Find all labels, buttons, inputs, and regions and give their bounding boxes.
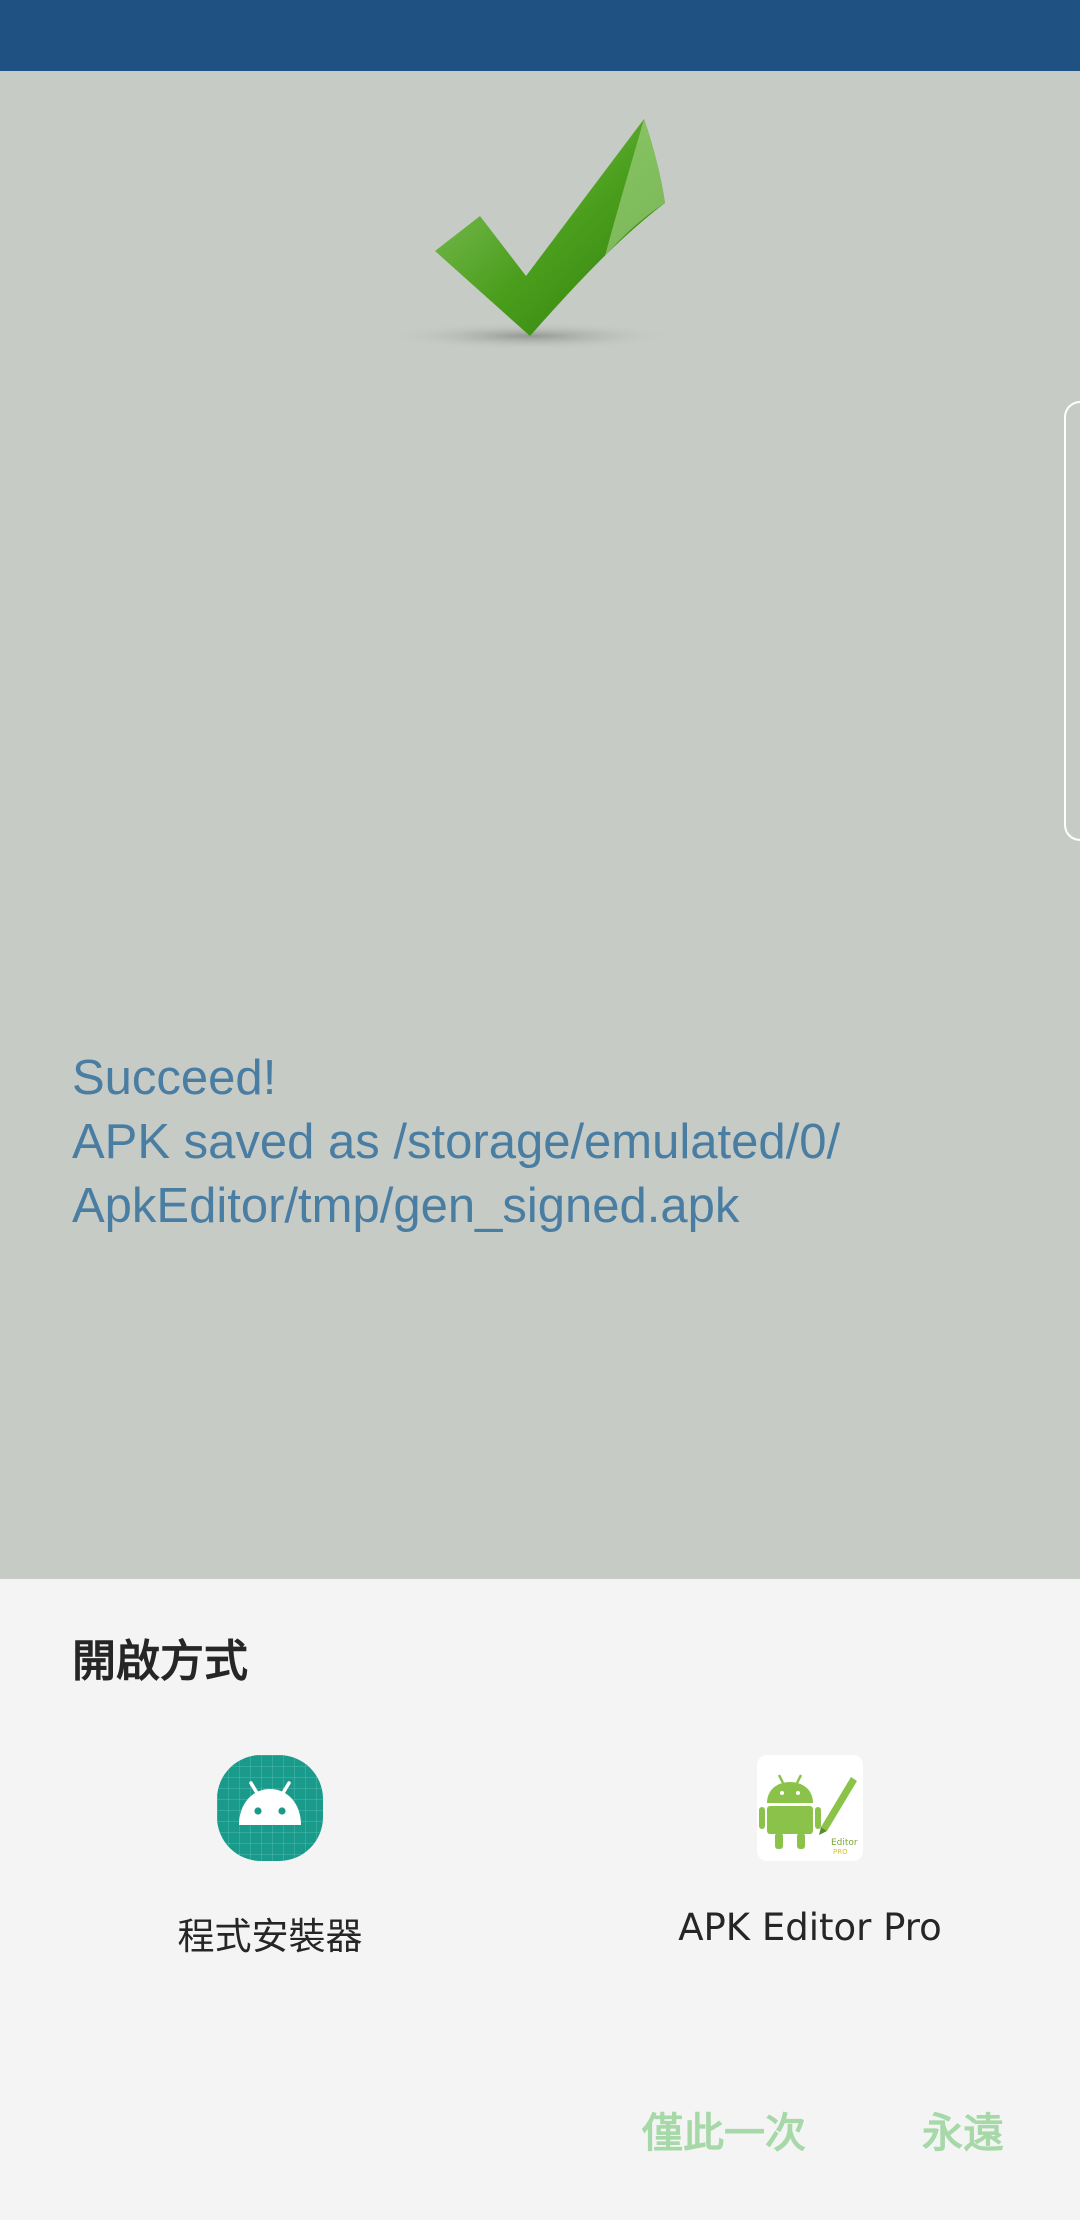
scroll-handle[interactable] [1064,401,1080,841]
status-bar [0,0,1080,71]
open-with-sheet: 開啟方式 程式安裝器 Editor PRO APK Editor Pro 僅此一… [0,1579,1080,2220]
success-message: Succeed! APK saved as /storage/emulated/… [72,1051,841,1233]
app-label: APK Editor Pro [678,1906,942,1949]
just-once-button[interactable]: 僅此一次 [632,2089,816,2169]
app-label: 程式安裝器 [177,1915,363,1958]
sheet-title: 開啟方式 [72,1636,248,1687]
android-installer-icon [217,1755,323,1861]
app-option-apk-editor-pro[interactable]: Editor PRO APK Editor Pro [620,1755,1000,1985]
always-button[interactable]: 永遠 [912,2089,1014,2169]
app-option-installer[interactable]: 程式安裝器 [80,1755,460,1985]
svg-text:Editor: Editor [831,1838,858,1848]
svg-text:PRO: PRO [833,1848,848,1856]
success-checkmark-icon [400,119,675,350]
result-screen: Succeed! APK saved as /storage/emulated/… [0,71,1080,1579]
apk-editor-pro-icon: Editor PRO [757,1755,863,1861]
